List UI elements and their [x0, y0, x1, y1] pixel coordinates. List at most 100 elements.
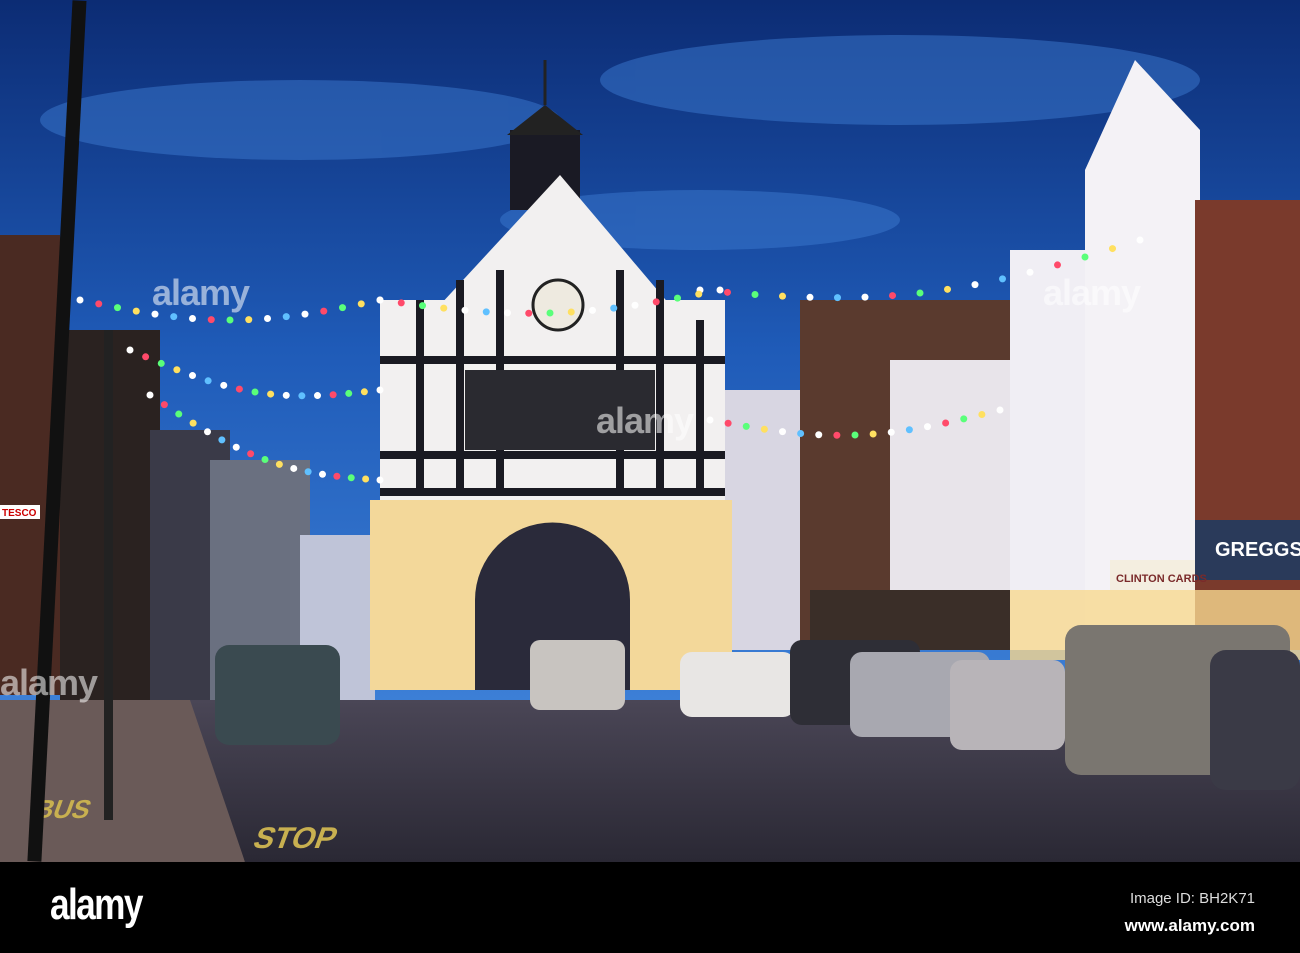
festoon-bulb	[567, 308, 575, 316]
festoon-bulb	[760, 425, 768, 433]
tesco-sign: TESCO	[2, 508, 37, 519]
greggs-sign: GREGGS	[1215, 539, 1300, 561]
festoon-bulb	[173, 366, 181, 374]
festoon-bulb	[204, 428, 211, 436]
festoon-bulb	[282, 313, 290, 321]
festoon-bulb	[226, 316, 234, 324]
festoon-bulb	[706, 416, 714, 424]
festoon-bulb	[525, 309, 533, 317]
festoon-bulb	[232, 443, 240, 451]
festoon-bulb	[999, 275, 1006, 283]
festoon-bulb	[742, 422, 750, 430]
festoon-bulb	[114, 304, 121, 312]
festoon-bulb	[95, 300, 103, 308]
festoon-bulb	[264, 314, 271, 322]
festoon-bulb	[833, 431, 841, 439]
watermark: alamy	[1043, 272, 1141, 313]
festoon-bulb	[779, 292, 786, 300]
festoon-bulb	[189, 314, 196, 322]
festoon-bulb	[132, 307, 140, 315]
festoon-bulb	[996, 406, 1004, 414]
festoon-bulb	[905, 426, 913, 434]
festoon-bulb	[339, 304, 346, 312]
festoon-bulb	[869, 430, 877, 438]
festoon-bulb	[376, 476, 384, 484]
clock-face	[531, 278, 585, 332]
festoon-bulb	[440, 304, 448, 312]
festoon-bulb	[282, 391, 290, 399]
image-id: Image ID: BH2K71	[1129, 890, 1255, 907]
festoon-bulb	[261, 456, 269, 463]
festoon-bulb	[320, 307, 328, 315]
festoon-bulb	[329, 391, 337, 399]
festoon-bulb	[298, 392, 306, 400]
festoon-bulb	[304, 468, 312, 476]
festoon-bulb	[652, 298, 660, 306]
festoon-bulb	[245, 316, 253, 324]
festoon-bulb	[889, 292, 896, 300]
festoon-bulb	[751, 290, 759, 298]
watermark: alamy	[152, 272, 250, 313]
festoon-bulb	[1136, 236, 1144, 244]
festoon-bulb	[362, 475, 370, 483]
festoon-bulb	[290, 464, 298, 472]
festoon-bulb	[333, 472, 341, 480]
festoon-bulb	[175, 410, 183, 418]
festoon-bulb	[916, 289, 924, 297]
festoon-bulb	[247, 450, 255, 458]
festoon-bulb	[610, 304, 618, 312]
road-marking-stop: STOP	[249, 821, 342, 855]
festoon-bulb	[960, 415, 968, 423]
festoon-bulb	[1109, 245, 1116, 253]
festoon-bulb	[220, 381, 228, 389]
festoon-bulb	[978, 411, 986, 419]
festoon-bulb	[376, 386, 384, 394]
festoon-bulb	[834, 294, 841, 302]
festoon-bulb	[815, 431, 823, 439]
festoon-bulb	[482, 308, 490, 316]
festoon-bulb	[674, 294, 681, 302]
festoon-bulb	[851, 431, 859, 439]
festoon-bulb	[924, 423, 931, 431]
festoon-bulb	[861, 293, 869, 301]
festoon-bulb	[695, 290, 703, 298]
festoon-bulb	[275, 460, 283, 468]
festoon-bulb	[76, 296, 84, 304]
festoon-bulb	[301, 310, 309, 318]
festoon-bulb	[189, 419, 197, 427]
festoon-bulb	[887, 428, 895, 436]
festoon-bulb	[207, 316, 215, 324]
festoon-bulb	[347, 474, 355, 482]
alamy-logo: alamy	[50, 880, 143, 929]
festoon-bulb	[267, 390, 275, 398]
festoon-bulb	[160, 401, 168, 409]
festoon-bulb	[157, 359, 165, 367]
festoon-bulb	[797, 430, 805, 438]
festoon-bulb	[142, 353, 150, 361]
festoon-bulb	[314, 392, 321, 400]
clinton-cards-sign: CLINTON CARDS	[1116, 573, 1207, 585]
festoon-bulb	[724, 419, 732, 427]
festoon-bulb	[716, 286, 724, 294]
festoon-bulb	[170, 313, 178, 321]
festoon-bulb	[1054, 261, 1061, 269]
festoon-bulb	[146, 391, 154, 399]
festoon-bulb	[504, 309, 511, 317]
festoon-bulb	[942, 419, 950, 427]
festoon-bulb	[631, 301, 639, 309]
festoon-bulb	[126, 346, 134, 354]
festoon-bulb	[944, 285, 951, 293]
site-url: www.alamy.com	[1124, 916, 1255, 935]
watermark: alamy	[0, 662, 98, 703]
festoon-bulb	[546, 309, 554, 317]
footer-bar: alamy Image ID: BH2K71 www.alamy.com	[0, 862, 1300, 953]
festoon-bulb	[419, 302, 426, 310]
festoon-bulb	[218, 436, 226, 444]
festoon-bulb	[357, 300, 365, 308]
festoon-bulb	[251, 388, 259, 396]
festoon-bulb	[204, 377, 212, 385]
festoon-bulb	[376, 296, 384, 304]
festoon-bulb	[806, 293, 814, 301]
festoon-bulb	[971, 281, 979, 289]
festoon-bulb	[589, 306, 596, 314]
